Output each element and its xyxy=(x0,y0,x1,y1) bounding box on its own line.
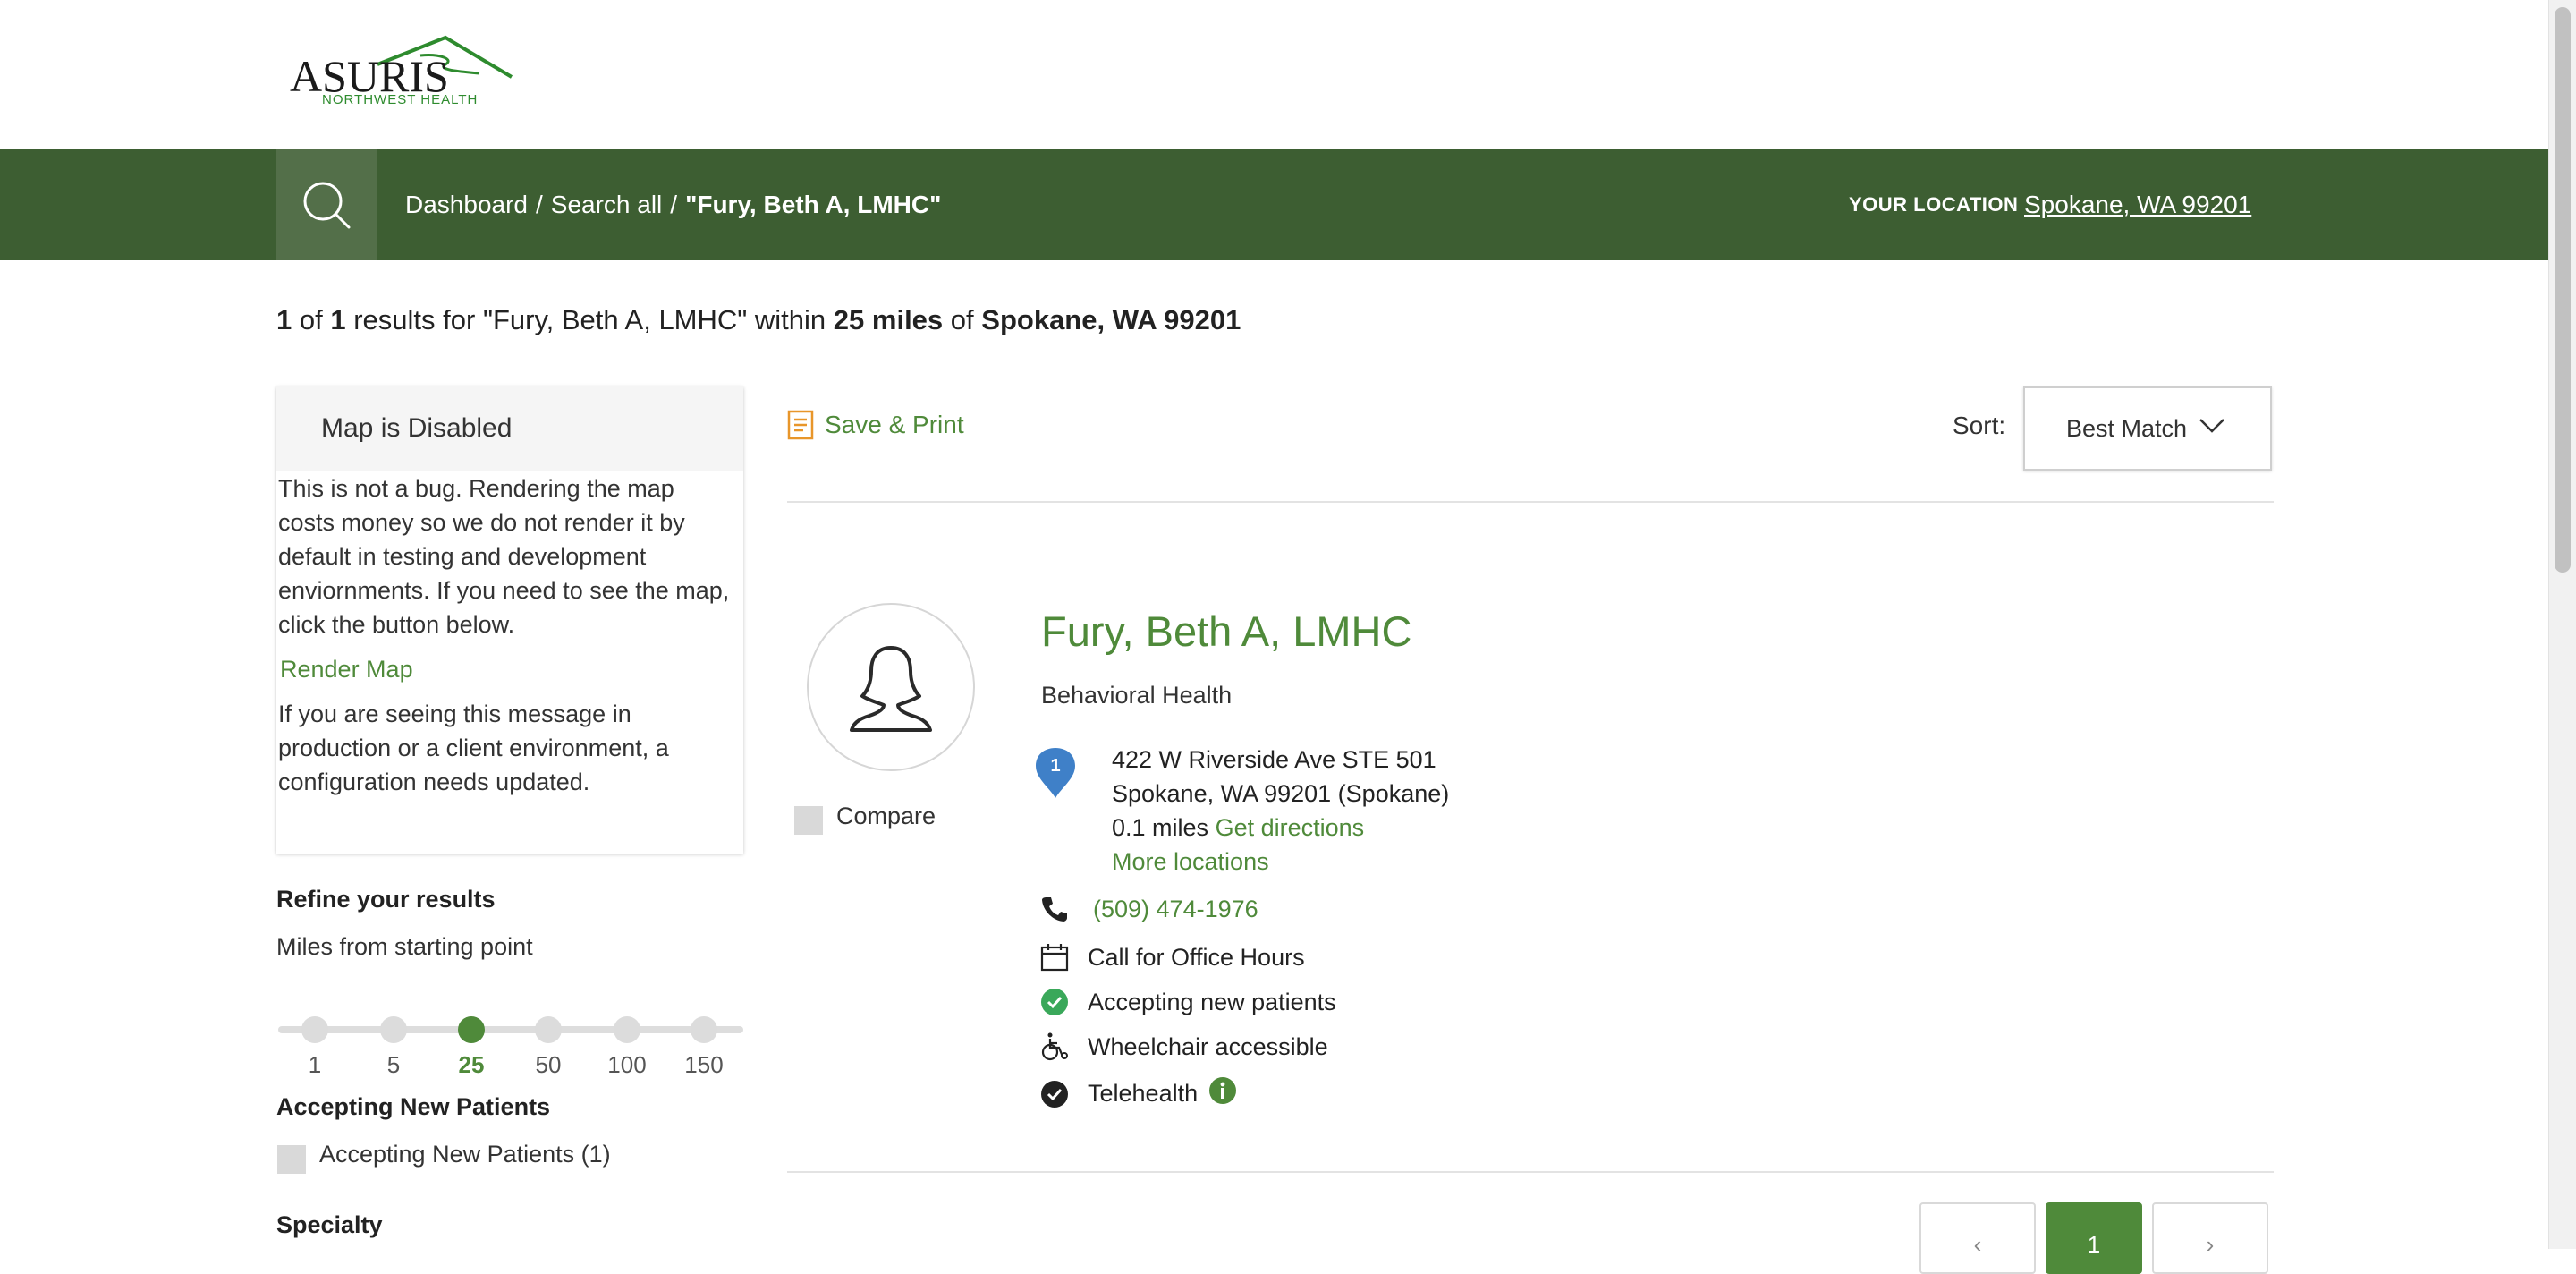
person-female-icon xyxy=(850,646,932,732)
more-locations-link[interactable]: More locations xyxy=(1112,845,1449,879)
provider-name-link[interactable]: Fury, Beth A, LMHC xyxy=(1041,607,1411,656)
calendar-icon xyxy=(1039,942,1070,972)
toolbar-divider xyxy=(787,501,2274,503)
info-icon[interactable] xyxy=(1208,1076,1237,1111)
miles-option-1-dot[interactable] xyxy=(301,1016,328,1043)
render-map-button[interactable]: Render Map xyxy=(280,652,736,686)
miles-option-50-dot[interactable] xyxy=(535,1016,562,1043)
map-card-body: This is not a bug. Rendering the map cos… xyxy=(276,471,743,799)
wheelchair-row: Wheelchair accessible xyxy=(1039,1032,1328,1062)
map-card-message: This is not a bug. Rendering the map cos… xyxy=(278,475,730,638)
asuris-logo[interactable]: ASURIS NORTHWEST HEALTH xyxy=(288,32,521,113)
telehealth-text: Telehealth xyxy=(1088,1080,1199,1107)
breadcrumb: Dashboard / Search all / "Fury, Beth A, … xyxy=(405,149,941,260)
miles-option-150-dot[interactable] xyxy=(691,1016,717,1043)
provider-avatar xyxy=(807,603,975,771)
results-total: 1 xyxy=(330,304,346,335)
address-line-2: Spokane, WA 99201 (Spokane) xyxy=(1112,780,1450,807)
search-icon xyxy=(303,182,351,229)
map-disabled-card: Map is Disabled This is not a bug. Rende… xyxy=(276,386,743,854)
map-pin-icon: 1 xyxy=(1033,746,1078,804)
breadcrumb-separator: / xyxy=(670,191,678,218)
compare-checkbox[interactable] xyxy=(794,806,823,835)
miles-option-25-dot[interactable] xyxy=(458,1016,485,1043)
accepting-row: Accepting new patients xyxy=(1039,987,1336,1017)
summary-of-location: of xyxy=(950,304,974,335)
miles-option-label[interactable]: 100 xyxy=(591,1051,663,1079)
accepting-text: Accepting new patients xyxy=(1088,988,1336,1015)
phone-link[interactable]: (509) 474-1976 xyxy=(1093,896,1258,923)
miles-slider-track[interactable] xyxy=(278,1026,743,1033)
accepting-new-patients-label[interactable]: Accepting New Patients (1) xyxy=(319,1141,611,1168)
save-print-button[interactable]: Save & Print xyxy=(787,410,964,440)
chevron-down-icon xyxy=(2199,419,2224,433)
miles-option-5-dot[interactable] xyxy=(380,1016,407,1043)
specialty-filter-title: Specialty xyxy=(276,1211,383,1238)
summary-location: Spokane, WA 99201 xyxy=(981,304,1241,335)
vertical-scrollbar[interactable] xyxy=(2548,0,2576,1249)
pagination-page-1[interactable]: 1 xyxy=(2046,1202,2142,1274)
pagination-prev-button[interactable]: ‹ xyxy=(1919,1202,2036,1274)
miles-option-label[interactable]: 150 xyxy=(668,1051,740,1079)
sort-label: Sort: xyxy=(1953,412,2006,439)
check-circle-icon xyxy=(1039,987,1070,1017)
summary-distance: 25 miles xyxy=(833,304,944,335)
top-navbar: Dashboard / Search all / "Fury, Beth A, … xyxy=(0,149,2549,260)
wheelchair-text: Wheelchair accessible xyxy=(1088,1032,1328,1060)
logo-mark-icon: ASURIS NORTHWEST HEALTH xyxy=(290,35,513,107)
provider-address: 422 W Riverside Ave STE 501 Spokane, WA … xyxy=(1112,743,1449,879)
pagination-next-button[interactable]: › xyxy=(2152,1202,2268,1274)
summary-query: results for "Fury, Beth A, LMHC" within xyxy=(353,304,826,335)
accepting-filter-title: Accepting New Patients xyxy=(276,1093,551,1120)
breadcrumb-dashboard[interactable]: Dashboard xyxy=(405,191,528,219)
pin-number: 1 xyxy=(1050,756,1060,776)
miles-option-label[interactable]: 5 xyxy=(358,1051,429,1079)
office-hours-text: Call for Office Hours xyxy=(1088,943,1305,971)
scrollbar-thumb[interactable] xyxy=(2555,7,2571,573)
map-card-title: Map is Disabled xyxy=(276,386,743,471)
sort-select[interactable]: Best Match xyxy=(2023,386,2272,471)
location-label: YOUR LOCATION xyxy=(1849,193,2019,216)
results-count: 1 xyxy=(276,304,292,335)
miles-option-label[interactable]: 50 xyxy=(513,1051,584,1079)
result-divider xyxy=(787,1171,2274,1173)
provider-specialty: Behavioral Health xyxy=(1041,682,1233,709)
breadcrumb-search-all[interactable]: Search all xyxy=(551,191,663,219)
svg-text:NORTHWEST HEALTH: NORTHWEST HEALTH xyxy=(322,92,478,107)
search-button[interactable] xyxy=(276,149,377,260)
save-print-label: Save & Print xyxy=(825,411,964,438)
breadcrumb-separator: / xyxy=(535,191,543,218)
miles-label: Miles from starting point xyxy=(276,933,533,960)
breadcrumb-current: "Fury, Beth A, LMHC" xyxy=(685,191,942,218)
miles-option-label[interactable]: 25 xyxy=(436,1051,507,1079)
phone-icon xyxy=(1039,894,1070,924)
provider-distance: 0.1 miles xyxy=(1112,814,1209,841)
get-directions-link[interactable]: Get directions xyxy=(1216,814,1365,841)
location-link[interactable]: Spokane, WA 99201 xyxy=(2024,149,2251,260)
phone-row: (509) 474-1976 xyxy=(1039,894,1258,924)
document-icon xyxy=(787,410,814,440)
miles-option-100-dot[interactable] xyxy=(614,1016,640,1043)
miles-option-label[interactable]: 1 xyxy=(279,1051,351,1079)
accepting-new-patients-checkbox[interactable] xyxy=(277,1145,306,1174)
telehealth-row: Telehealth xyxy=(1039,1076,1237,1111)
compare-label[interactable]: Compare xyxy=(836,803,936,830)
map-card-footer-message: If you are seeing this message in produc… xyxy=(278,701,669,795)
refine-title: Refine your results xyxy=(276,886,496,913)
office-hours-row: Call for Office Hours xyxy=(1039,942,1305,972)
results-summary: 1 of 1 results for "Fury, Beth A, LMHC" … xyxy=(276,304,1241,336)
wheelchair-icon xyxy=(1039,1032,1070,1062)
address-line-1: 422 W Riverside Ave STE 501 xyxy=(1112,746,1436,773)
check-circle-dark-icon xyxy=(1039,1079,1070,1109)
sort-value: Best Match xyxy=(2066,414,2188,442)
summary-of: of xyxy=(299,304,323,335)
page: ASURIS NORTHWEST HEALTH Dashboard / Sear… xyxy=(0,0,2549,1274)
